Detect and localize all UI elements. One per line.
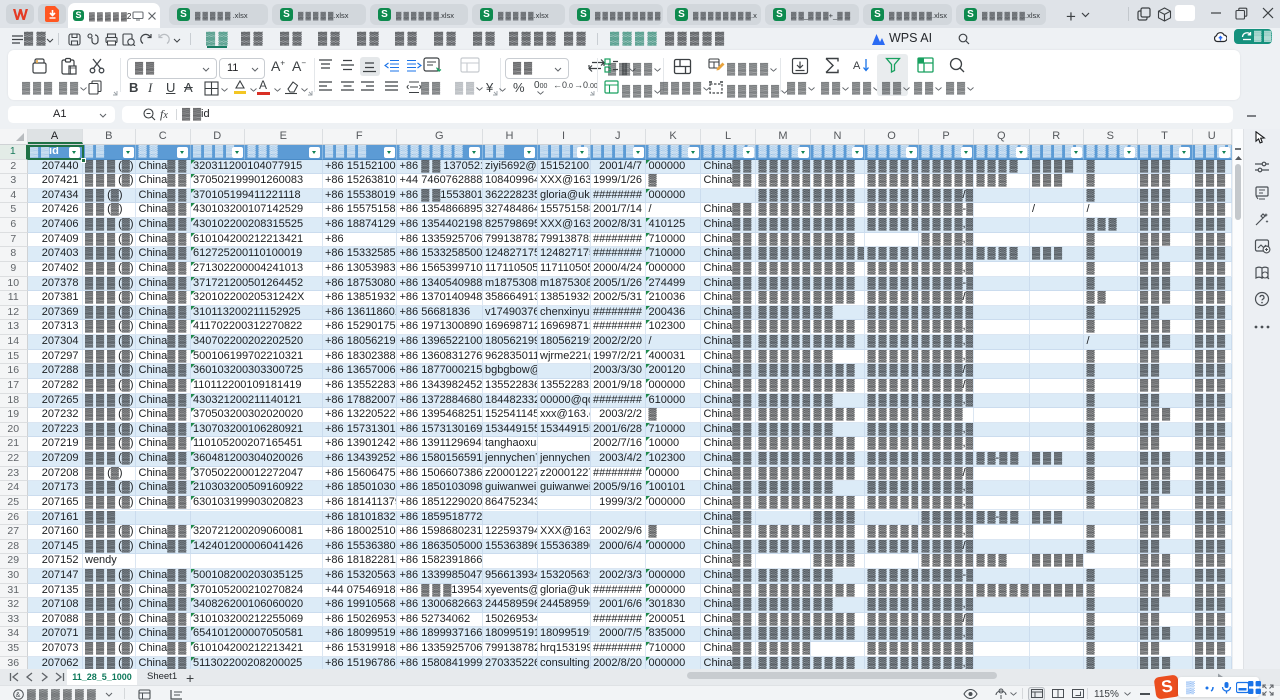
svg-text:&: & [16, 692, 21, 699]
svg-text:A: A [853, 60, 861, 72]
